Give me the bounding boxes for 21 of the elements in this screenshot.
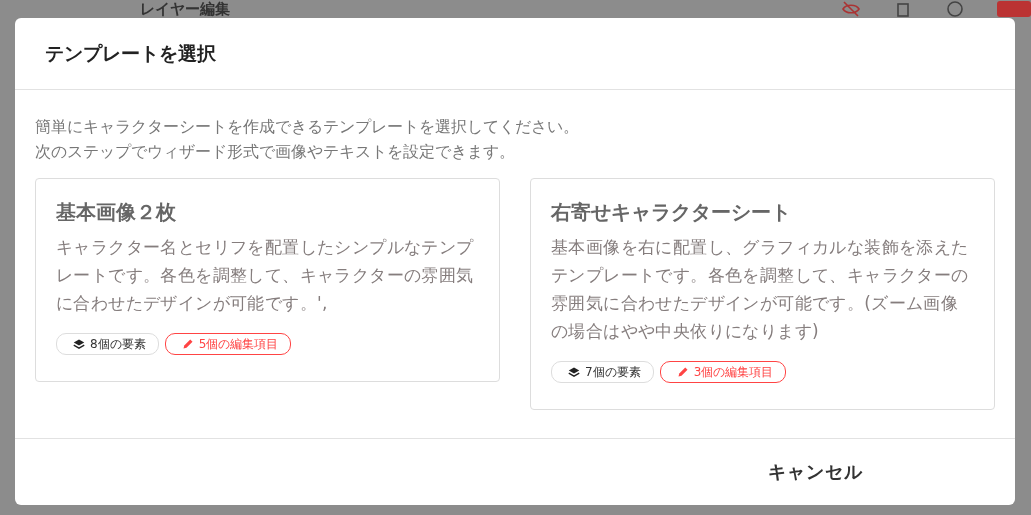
eye-off-icon[interactable] — [841, 0, 861, 19]
layers-icon — [568, 366, 580, 378]
page-title: レイヤー編集 — [140, 0, 230, 17]
dialog-title: テンプレートを選択 — [45, 40, 216, 66]
pencil-icon — [181, 338, 194, 350]
template-title: 右寄せキャラクターシート — [551, 199, 792, 226]
elements-count: 8個の要素 — [90, 335, 146, 353]
pencil-icon — [676, 366, 689, 378]
template-title: 基本画像２枚 — [56, 199, 177, 226]
description-text: 簡単にキャラクターシートを作成できるテンプレートを選択してください。 — [35, 116, 580, 138]
template-description: キャラクター名とセリフを配置したシンプルなテンプレートです。各色を調整して、キャラクターの雰囲気に合わせたデザインが可能です。', — [56, 236, 475, 315]
circle-icon[interactable] — [945, 0, 965, 19]
edit-items-count: 5個の編集項目 — [198, 335, 279, 353]
cancel-button[interactable]: キャンセル — [756, 452, 875, 492]
template-card[interactable]: 基本画像２枚 キャラクター名とセリフを配置したシンプルなテンプレートです。各色を調整して、キャラクターの雰囲気に合わせたデザインが可能です。', 8個の要素 5個の編集項目 — [35, 178, 500, 382]
description-text: 次のステップでウィザード形式で画像やテキストを設定できます。 — [35, 141, 516, 163]
edit-items-count: 3個の編集項目 — [693, 363, 774, 381]
elements-count: 7個の要素 — [585, 363, 641, 381]
template-card[interactable]: 右寄せキャラクターシート 基本画像を右に配置し、グラフィカルな装飾を添えたテンプレートです。各色を調整して、キャラクターの雰囲気に合わせたデザインが可能です。(ズーム画像の場合はやや中央依りになります) 7個の要素 3個の編集項目 — [530, 178, 995, 410]
layers-icon — [73, 338, 85, 350]
template-description: 基本画像を右に配置し、グラフィカルな装飾を添えたテンプレートです。各色を調整して、キャラクターの雰囲気に合わせたデザインが可能です。(ズーム画像の場合はやや中央依りになります) — [551, 236, 970, 343]
